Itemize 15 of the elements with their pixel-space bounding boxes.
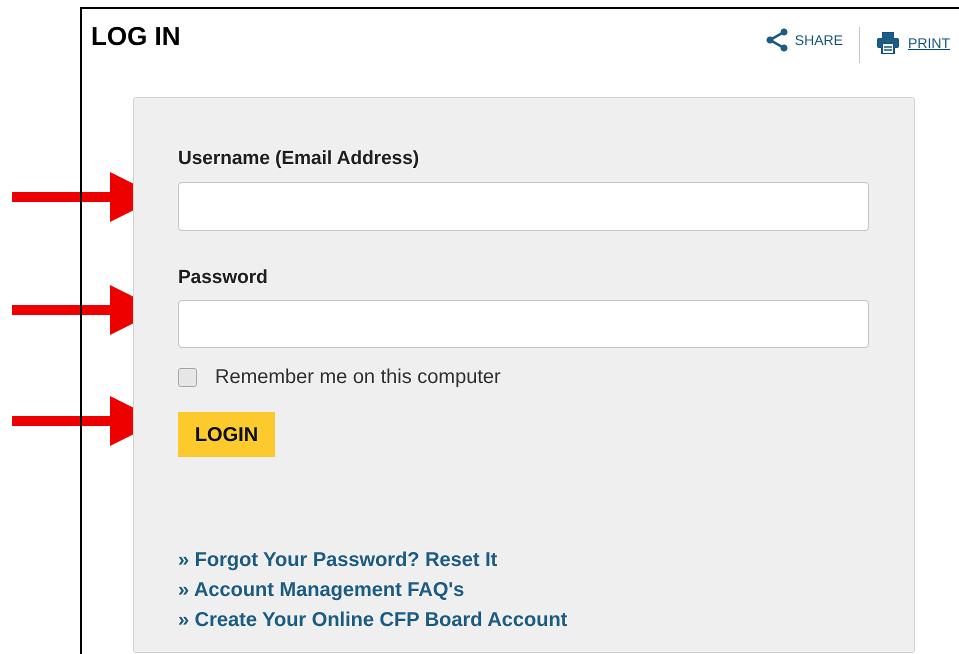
password-field[interactable] (178, 300, 869, 348)
printer-icon (876, 32, 900, 54)
share-icon (764, 28, 789, 52)
remember-label: Remember me on this computer (215, 365, 501, 390)
page-title: LOG IN (91, 20, 181, 53)
print-link[interactable]: PRINT (860, 29, 950, 57)
share-button[interactable]: SHARE (764, 26, 859, 54)
password-label: Password (178, 266, 269, 290)
help-link[interactable]: » Account Management FAQ's (178, 575, 464, 605)
username-label: Username (Email Address) (178, 147, 420, 171)
login-button[interactable]: LOGIN (178, 412, 275, 457)
remember-checkbox[interactable] (178, 368, 197, 386)
username-field[interactable] (178, 182, 869, 230)
help-link[interactable]: » Forgot Your Password? Reset It (178, 545, 498, 575)
help-link[interactable]: » Create Your Online CFP Board Account (178, 605, 568, 635)
